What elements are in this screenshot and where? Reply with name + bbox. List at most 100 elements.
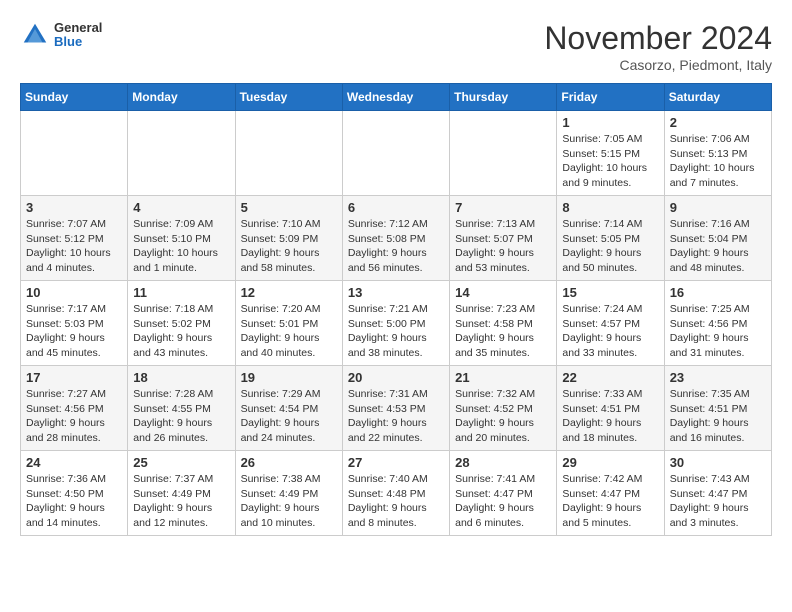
day-number: 23: [670, 370, 766, 385]
day-info: Sunrise: 7:18 AM Sunset: 5:02 PM Dayligh…: [133, 302, 229, 361]
weekday-header-thursday: Thursday: [450, 84, 557, 111]
calendar-cell: 20Sunrise: 7:31 AM Sunset: 4:53 PM Dayli…: [342, 366, 449, 451]
day-number: 1: [562, 115, 658, 130]
day-number: 4: [133, 200, 229, 215]
day-info: Sunrise: 7:23 AM Sunset: 4:58 PM Dayligh…: [455, 302, 551, 361]
logo-general: General: [54, 21, 102, 35]
day-number: 27: [348, 455, 444, 470]
day-info: Sunrise: 7:35 AM Sunset: 4:51 PM Dayligh…: [670, 387, 766, 446]
calendar-cell: [128, 111, 235, 196]
weekday-header-saturday: Saturday: [664, 84, 771, 111]
day-info: Sunrise: 7:37 AM Sunset: 4:49 PM Dayligh…: [133, 472, 229, 531]
calendar-cell: 17Sunrise: 7:27 AM Sunset: 4:56 PM Dayli…: [21, 366, 128, 451]
week-row-3: 10 Sunrise: 7:17 AM Sunset: 5:03 PM Dayli…: [21, 281, 772, 366]
day-info: Sunrise: 7:10 AM Sunset: 5:09 PM Dayligh…: [241, 217, 337, 276]
week-row-5: 24 Sunrise: 7:36 AM Sunset: 4:50 PM Dayli…: [21, 451, 772, 536]
day-number: 15: [562, 285, 658, 300]
calendar-cell: 13 Sunrise: 7:21 AM Sunset: 5:00 PM Dayli…: [342, 281, 449, 366]
calendar-cell: 11Sunrise: 7:18 AM Sunset: 5:02 PM Dayli…: [128, 281, 235, 366]
calendar-cell: 21 Sunrise: 7:32 AM Sunset: 4:52 PM Dayli…: [450, 366, 557, 451]
day-number: 20: [348, 370, 444, 385]
day-number: 25: [133, 455, 229, 470]
day-number: 3: [26, 200, 122, 215]
day-number: 30: [670, 455, 766, 470]
day-number: 16: [670, 285, 766, 300]
logo-icon: [20, 20, 50, 50]
day-number: 12: [241, 285, 337, 300]
day-number: 7: [455, 200, 551, 215]
day-info: Sunrise: 7:25 AM Sunset: 4:56 PM Dayligh…: [670, 302, 766, 361]
calendar-cell: 7 Sunrise: 7:13 AM Sunset: 5:07 PM Daylig…: [450, 196, 557, 281]
logo-blue: Blue: [54, 35, 102, 49]
day-number: 2: [670, 115, 766, 130]
calendar-cell: 3 Sunrise: 7:07 AM Sunset: 5:12 PM Daylig…: [21, 196, 128, 281]
day-number: 10: [26, 285, 122, 300]
calendar: SundayMondayTuesdayWednesdayThursdayFrid…: [20, 83, 772, 536]
day-info: Sunrise: 7:29 AM Sunset: 4:54 PM Dayligh…: [241, 387, 337, 446]
day-info: Sunrise: 7:07 AM Sunset: 5:12 PM Dayligh…: [26, 217, 122, 276]
weekday-header-monday: Monday: [128, 84, 235, 111]
calendar-cell: 29Sunrise: 7:42 AM Sunset: 4:47 PM Dayli…: [557, 451, 664, 536]
location: Casorzo, Piedmont, Italy: [544, 57, 772, 73]
calendar-cell: 15Sunrise: 7:24 AM Sunset: 4:57 PM Dayli…: [557, 281, 664, 366]
calendar-cell: 2Sunrise: 7:06 AM Sunset: 5:13 PM Daylig…: [664, 111, 771, 196]
day-number: 24: [26, 455, 122, 470]
week-row-2: 3 Sunrise: 7:07 AM Sunset: 5:12 PM Daylig…: [21, 196, 772, 281]
day-info: Sunrise: 7:20 AM Sunset: 5:01 PM Dayligh…: [241, 302, 337, 361]
calendar-cell: 24 Sunrise: 7:36 AM Sunset: 4:50 PM Dayli…: [21, 451, 128, 536]
calendar-cell: 4 Sunrise: 7:09 AM Sunset: 5:10 PM Daylig…: [128, 196, 235, 281]
day-number: 17: [26, 370, 122, 385]
weekday-header-tuesday: Tuesday: [235, 84, 342, 111]
calendar-cell: [21, 111, 128, 196]
logo: General Blue: [20, 20, 102, 50]
weekday-header-sunday: Sunday: [21, 84, 128, 111]
day-info: Sunrise: 7:32 AM Sunset: 4:52 PM Dayligh…: [455, 387, 551, 446]
calendar-cell: 25 Sunrise: 7:37 AM Sunset: 4:49 PM Dayli…: [128, 451, 235, 536]
day-number: 21: [455, 370, 551, 385]
calendar-cell: 5 Sunrise: 7:10 AM Sunset: 5:09 PM Daylig…: [235, 196, 342, 281]
calendar-cell: 28 Sunrise: 7:41 AM Sunset: 4:47 PM Dayli…: [450, 451, 557, 536]
day-info: Sunrise: 7:16 AM Sunset: 5:04 PM Dayligh…: [670, 217, 766, 276]
day-number: 18: [133, 370, 229, 385]
day-number: 26: [241, 455, 337, 470]
day-info: Sunrise: 7:05 AM Sunset: 5:15 PM Dayligh…: [562, 132, 658, 191]
calendar-cell: [450, 111, 557, 196]
day-info: Sunrise: 7:17 AM Sunset: 5:03 PM Dayligh…: [26, 302, 122, 361]
calendar-cell: 1 Sunrise: 7:05 AM Sunset: 5:15 PM Daylig…: [557, 111, 664, 196]
day-info: Sunrise: 7:14 AM Sunset: 5:05 PM Dayligh…: [562, 217, 658, 276]
day-number: 13: [348, 285, 444, 300]
page-header: General Blue November 2024 Casorzo, Pied…: [20, 20, 772, 73]
day-info: Sunrise: 7:40 AM Sunset: 4:48 PM Dayligh…: [348, 472, 444, 531]
month-title: November 2024: [544, 20, 772, 57]
week-row-1: 1 Sunrise: 7:05 AM Sunset: 5:15 PM Daylig…: [21, 111, 772, 196]
day-number: 9: [670, 200, 766, 215]
day-number: 8: [562, 200, 658, 215]
calendar-cell: 8 Sunrise: 7:14 AM Sunset: 5:05 PM Daylig…: [557, 196, 664, 281]
week-row-4: 17Sunrise: 7:27 AM Sunset: 4:56 PM Dayli…: [21, 366, 772, 451]
day-info: Sunrise: 7:41 AM Sunset: 4:47 PM Dayligh…: [455, 472, 551, 531]
calendar-cell: 26 Sunrise: 7:38 AM Sunset: 4:49 PM Dayli…: [235, 451, 342, 536]
day-number: 14: [455, 285, 551, 300]
calendar-cell: 6 Sunrise: 7:12 AM Sunset: 5:08 PM Daylig…: [342, 196, 449, 281]
day-info: Sunrise: 7:21 AM Sunset: 5:00 PM Dayligh…: [348, 302, 444, 361]
calendar-cell: 12 Sunrise: 7:20 AM Sunset: 5:01 PM Dayli…: [235, 281, 342, 366]
day-number: 19: [241, 370, 337, 385]
day-info: Sunrise: 7:42 AM Sunset: 4:47 PM Dayligh…: [562, 472, 658, 531]
day-info: Sunrise: 7:09 AM Sunset: 5:10 PM Dayligh…: [133, 217, 229, 276]
calendar-cell: 22Sunrise: 7:33 AM Sunset: 4:51 PM Dayli…: [557, 366, 664, 451]
title-block: November 2024 Casorzo, Piedmont, Italy: [544, 20, 772, 73]
calendar-cell: 27 Sunrise: 7:40 AM Sunset: 4:48 PM Dayli…: [342, 451, 449, 536]
day-number: 5: [241, 200, 337, 215]
calendar-cell: 14 Sunrise: 7:23 AM Sunset: 4:58 PM Dayli…: [450, 281, 557, 366]
calendar-cell: 18Sunrise: 7:28 AM Sunset: 4:55 PM Dayli…: [128, 366, 235, 451]
day-number: 6: [348, 200, 444, 215]
day-number: 28: [455, 455, 551, 470]
calendar-cell: 10 Sunrise: 7:17 AM Sunset: 5:03 PM Dayli…: [21, 281, 128, 366]
day-info: Sunrise: 7:38 AM Sunset: 4:49 PM Dayligh…: [241, 472, 337, 531]
day-info: Sunrise: 7:12 AM Sunset: 5:08 PM Dayligh…: [348, 217, 444, 276]
day-info: Sunrise: 7:13 AM Sunset: 5:07 PM Dayligh…: [455, 217, 551, 276]
calendar-cell: 9 Sunrise: 7:16 AM Sunset: 5:04 PM Daylig…: [664, 196, 771, 281]
day-info: Sunrise: 7:36 AM Sunset: 4:50 PM Dayligh…: [26, 472, 122, 531]
weekday-header-wednesday: Wednesday: [342, 84, 449, 111]
day-info: Sunrise: 7:33 AM Sunset: 4:51 PM Dayligh…: [562, 387, 658, 446]
